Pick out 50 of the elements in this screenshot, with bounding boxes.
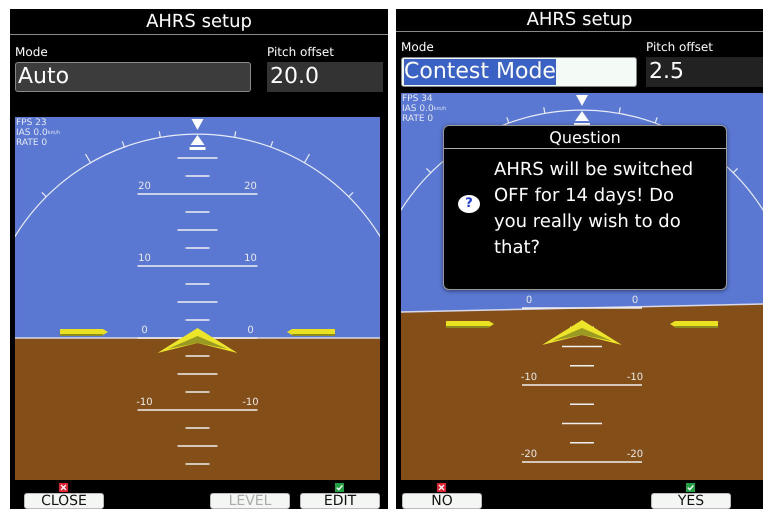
pitch-label: 0 <box>247 325 254 336</box>
close-icon <box>59 483 68 492</box>
pitch-offset-field[interactable]: 2.5 <box>646 56 763 87</box>
airspeed-readout: IAS 0.0$^{km/h}$ <box>402 104 446 114</box>
dialog-title: Question <box>549 128 621 146</box>
field-label: Pitch offset <box>267 44 335 59</box>
fps-readout: FPS 23 <box>16 118 48 128</box>
pitch-label: 0 <box>632 295 638 306</box>
mode-field[interactable]: Auto <box>15 62 251 92</box>
wing-marker-icon <box>60 329 108 336</box>
wing-marker-icon <box>670 321 718 328</box>
close-icon <box>437 483 446 492</box>
pitch-label: -10 <box>626 372 644 383</box>
mode-field[interactable]: Contest Mode <box>401 56 637 87</box>
aircraft-symbol-icon <box>542 320 622 345</box>
window-title: AHRS setup <box>146 10 252 32</box>
field-label: Mode <box>401 40 435 54</box>
roll-pointer-icon <box>576 95 588 106</box>
pitch-label: 10 <box>138 253 151 264</box>
wing-marker-icon <box>287 329 335 336</box>
pitch-label: 10 <box>244 253 257 264</box>
rate-readout: RATE 0 <box>402 114 434 124</box>
softkey-button[interactable]: NO <box>402 493 482 509</box>
aircraft-symbol-icon <box>158 328 238 353</box>
check-icon <box>686 483 695 492</box>
window-title: AHRS setup <box>526 9 632 30</box>
pitch-label: 20 <box>138 181 151 192</box>
bank-indicator-icon <box>190 135 206 150</box>
roll-pointer-icon <box>192 119 204 130</box>
pitch-label: -10 <box>242 397 259 408</box>
pitch-label: -10 <box>520 372 538 383</box>
pitch-label: -10 <box>136 397 153 408</box>
field-label: Pitch offset <box>646 40 714 54</box>
dialog-message: AHRS will be switched OFF for 14 days! Do you really wish to do that? <box>494 158 694 260</box>
wing-marker-icon <box>446 321 494 328</box>
field-label: Mode <box>15 44 49 59</box>
pitch-offset-field[interactable]: 20.0 <box>267 62 383 92</box>
check-icon <box>335 483 344 492</box>
softkey-button[interactable]: EDIT <box>300 493 380 509</box>
pitch-label: 0 <box>526 295 532 306</box>
softkey-button[interactable]: YES <box>651 493 731 509</box>
pitch-label: -20 <box>626 449 644 460</box>
softkey-button[interactable]: CLOSE <box>24 493 104 509</box>
pitch-label: 0 <box>141 325 148 336</box>
pitch-label: -20 <box>520 449 538 460</box>
question-icon: ? <box>458 195 480 213</box>
fps-readout: FPS 34 <box>402 94 434 104</box>
rate-readout: RATE 0 <box>16 138 48 148</box>
airspeed-readout: IAS 0.0$^{km/h}$ <box>16 128 60 138</box>
pitch-label: 20 <box>244 181 257 192</box>
